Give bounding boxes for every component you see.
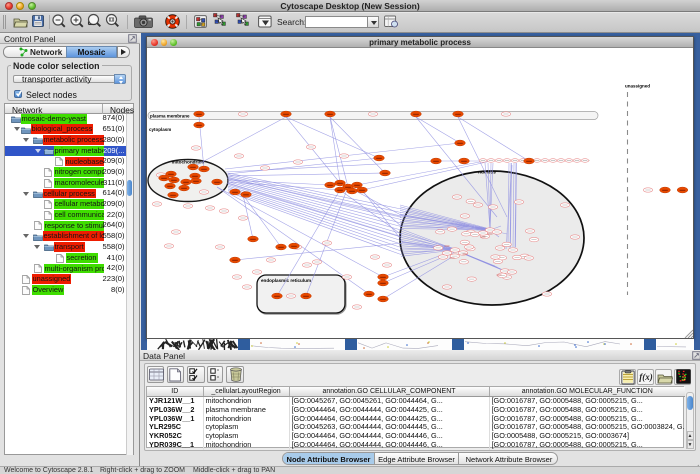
svg-text:unassigned: unassigned — [625, 84, 650, 89]
svg-text:plasma membrane: plasma membrane — [150, 114, 190, 119]
svg-text:nucleus: nucleus — [478, 170, 496, 175]
svg-text:cytoplasm: cytoplasm — [149, 127, 171, 132]
